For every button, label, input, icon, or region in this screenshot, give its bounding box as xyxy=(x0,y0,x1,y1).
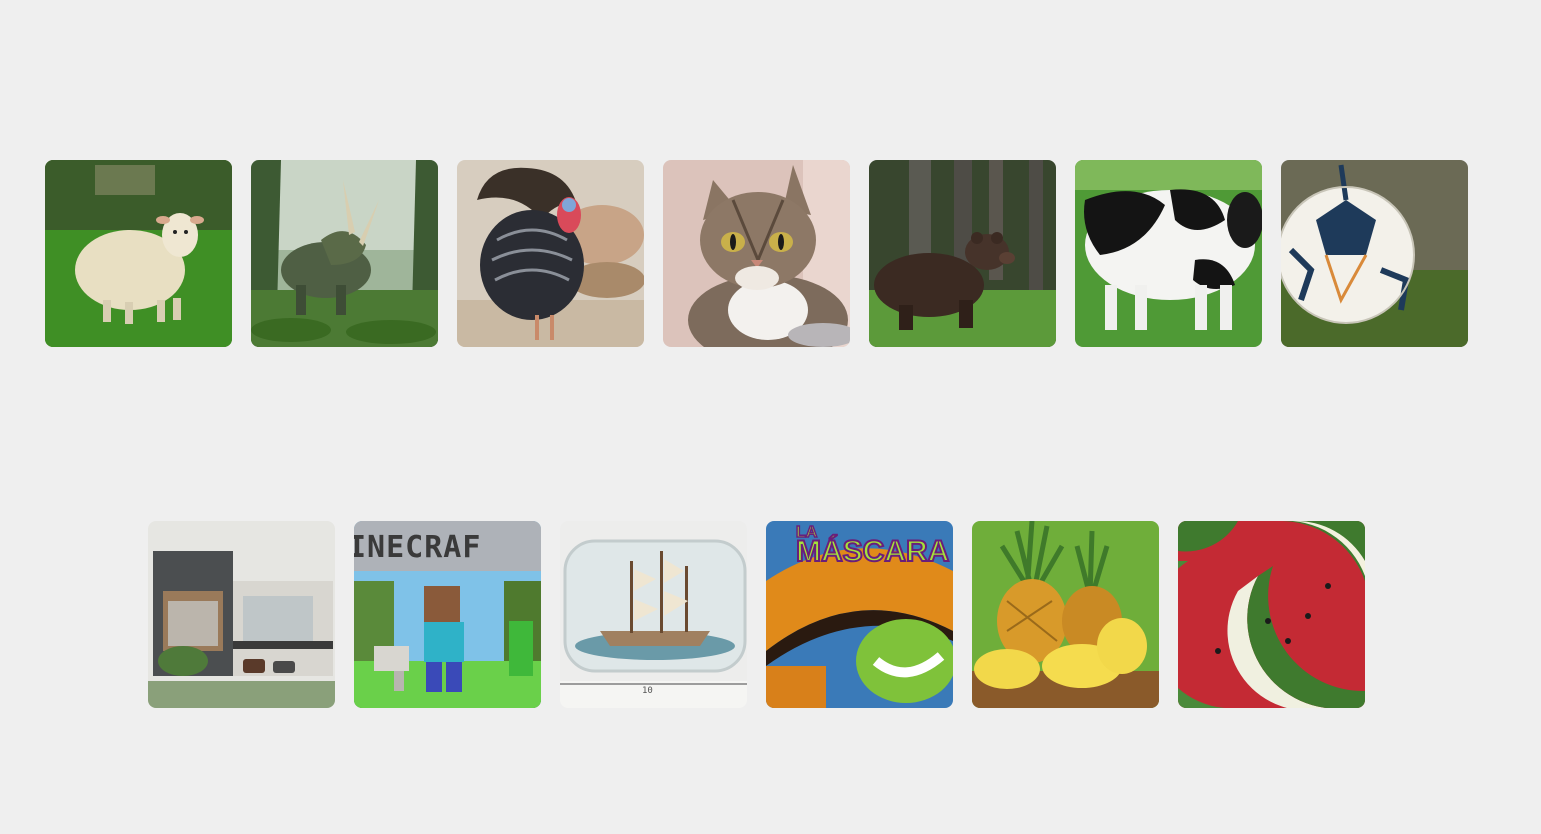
turkey-icon xyxy=(457,160,644,347)
watermelon-icon xyxy=(1178,521,1365,708)
image-grid-row-2: INECRAF 10 LA MÁSCARA xyxy=(148,521,1365,708)
triceratops-icon xyxy=(251,160,438,347)
ship-in-bottle-icon: 10 xyxy=(560,521,747,708)
image-tile-cow[interactable] xyxy=(1075,160,1262,347)
image-grid-row-1 xyxy=(45,160,1468,347)
image-tile-modern-house[interactable] xyxy=(148,521,335,708)
the-mask-movie-icon: LA MÁSCARA xyxy=(766,521,953,708)
image-tile-sheep[interactable] xyxy=(45,160,232,347)
modern-house-icon xyxy=(148,521,335,708)
image-tile-pineapple[interactable] xyxy=(972,521,1159,708)
image-tile-the-mask[interactable]: LA MÁSCARA xyxy=(766,521,953,708)
image-tile-ship-in-bottle[interactable]: 10 xyxy=(560,521,747,708)
image-tile-bear[interactable] xyxy=(869,160,1056,347)
sheep-icon xyxy=(45,160,232,347)
bear-icon xyxy=(869,160,1056,347)
image-tile-turkey[interactable] xyxy=(457,160,644,347)
the-mask-title: MÁSCARA xyxy=(796,534,949,568)
cow-icon xyxy=(1075,160,1262,347)
image-tile-triceratops[interactable] xyxy=(251,160,438,347)
image-tile-cat[interactable] xyxy=(663,160,850,347)
ruler-label: 10 xyxy=(642,686,653,696)
image-tile-minecraft[interactable]: INECRAF xyxy=(354,521,541,708)
image-tile-watermelon[interactable] xyxy=(1178,521,1365,708)
pineapple-icon xyxy=(972,521,1159,708)
cat-icon xyxy=(663,160,850,347)
minecraft-logo-text: INECRAF xyxy=(354,530,481,565)
minecraft-icon: INECRAF xyxy=(354,521,541,708)
soccer-ball-icon xyxy=(1281,160,1468,347)
image-tile-soccer-ball[interactable] xyxy=(1281,160,1468,347)
